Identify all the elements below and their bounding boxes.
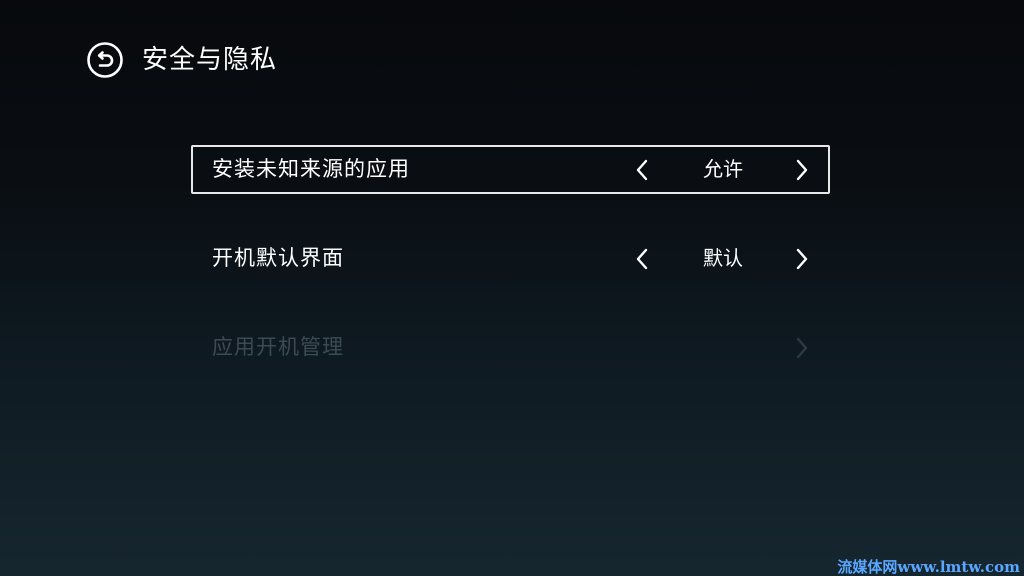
chevron-left-icon[interactable] — [630, 147, 654, 192]
setting-label: 应用开机管理 — [212, 335, 344, 359]
back-button[interactable] — [86, 41, 124, 79]
setting-row-install-unknown-sources[interactable]: 安装未知来源的应用 允许 — [191, 145, 830, 194]
chevron-right-icon[interactable] — [790, 147, 814, 192]
settings-list: 安装未知来源的应用 允许 开机默认界面 默认 应用开机管理 — [191, 145, 830, 412]
chevron-right-icon[interactable] — [790, 325, 814, 370]
setting-value: 允许 — [703, 157, 743, 181]
setting-label: 安装未知来源的应用 — [212, 157, 410, 181]
page-title: 安全与隐私 — [142, 45, 278, 75]
setting-row-boot-default-screen[interactable]: 开机默认界面 默认 — [191, 234, 830, 283]
watermark: 流媒体网www.lmtw.com — [837, 558, 1020, 576]
setting-value: 默认 — [703, 246, 743, 270]
header: 安全与隐私 — [86, 40, 277, 80]
setting-row-app-boot-management[interactable]: 应用开机管理 — [191, 323, 830, 372]
chevron-left-icon[interactable] — [630, 236, 654, 281]
setting-label: 开机默认界面 — [212, 246, 344, 270]
chevron-right-icon[interactable] — [790, 236, 814, 281]
back-icon — [86, 41, 124, 79]
